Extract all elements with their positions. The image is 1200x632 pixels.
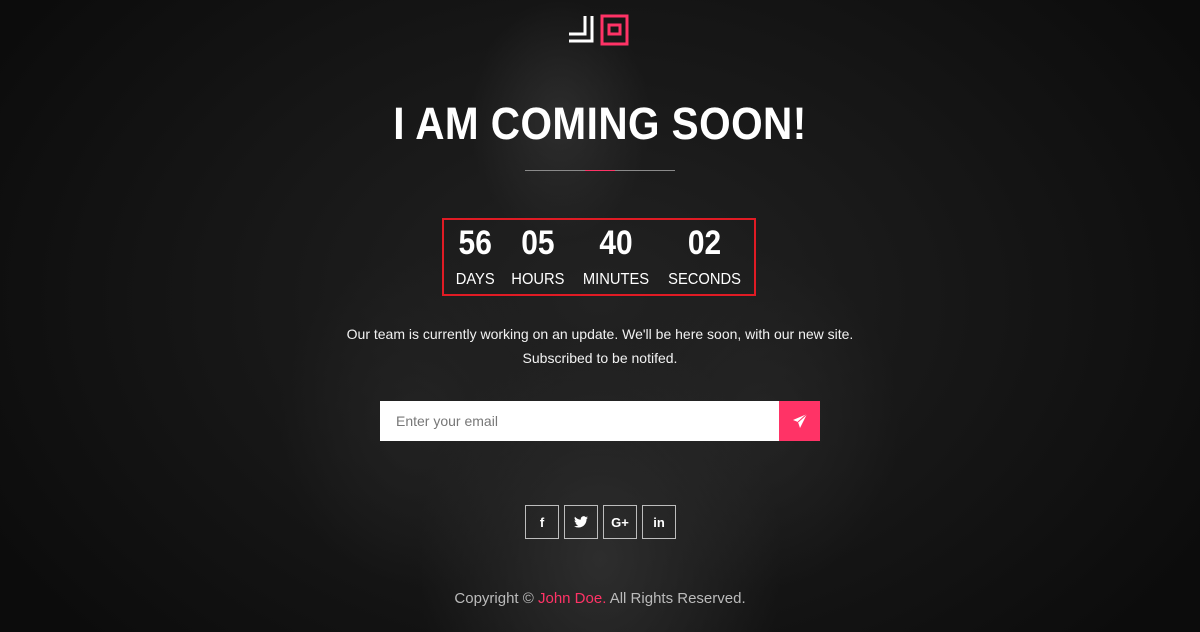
description-line: Our team is currently working on an upda… [346, 326, 854, 342]
twitter-icon[interactable] [564, 505, 598, 539]
description-line: Subscribed to be notifed. [522, 350, 678, 366]
facebook-glyph: f [539, 514, 545, 530]
divider-accent [585, 170, 615, 171]
subscribe-form [380, 401, 820, 441]
countdown-hours: 05 HOURS [509, 223, 567, 291]
footer-copyright: Copyright © John Doe. All Rights Reserve… [0, 590, 1200, 607]
google-plus-icon[interactable]: G+ [603, 505, 637, 539]
twitter-bird-icon [574, 516, 588, 528]
countdown-days: 56 DAYS [454, 223, 496, 291]
countdown-label: SECONDS [667, 271, 741, 288]
google-plus-glyph: G+ [611, 514, 629, 530]
countdown-seconds: 02 SECONDS [665, 223, 744, 291]
linkedin-icon[interactable]: in [642, 505, 676, 539]
countdown-label: DAYS [456, 271, 496, 288]
copyright-suffix: All Rights Reserved. [609, 590, 746, 607]
subscribe-button[interactable] [779, 401, 820, 441]
countdown-value: 40 [599, 224, 633, 262]
countdown-timer: 56 DAYS 05 HOURS 40 MINUTES 02 SECONDS [442, 218, 756, 296]
author-link[interactable]: John Doe. [538, 590, 606, 607]
countdown-minutes: 40 MINUTES [580, 223, 652, 291]
linkedin-glyph: in [653, 514, 665, 530]
countdown-value: 05 [521, 224, 555, 262]
countdown-label: MINUTES [582, 271, 649, 288]
countdown-value: 02 [687, 224, 721, 262]
page-title: I AM COMING SOON! [393, 98, 807, 149]
social-links: f G+ in [525, 505, 676, 539]
email-input[interactable] [380, 401, 779, 441]
jd-logo-icon [569, 14, 629, 46]
copyright-prefix: Copyright © [454, 590, 534, 607]
description-text: Our team is currently working on an upda… [0, 322, 1200, 370]
facebook-icon[interactable]: f [525, 505, 559, 539]
title-divider [525, 170, 675, 171]
countdown-label: HOURS [511, 271, 565, 288]
countdown-value: 56 [458, 224, 493, 262]
paper-plane-icon [792, 413, 807, 428]
